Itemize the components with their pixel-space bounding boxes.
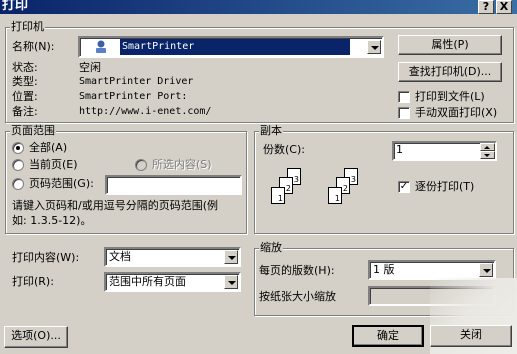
print-select[interactable]: 范围中所有页面 bbox=[104, 272, 241, 292]
page-range-input-value bbox=[107, 177, 109, 190]
print-what-select[interactable]: 文档 bbox=[104, 247, 241, 267]
zoom-group-label: 缩放 bbox=[259, 241, 283, 254]
find-printer-button[interactable]: 查找打印机(D)... bbox=[398, 62, 502, 82]
collate-checkbox[interactable]: ✓ bbox=[398, 181, 410, 193]
manual-duplex-label: 手动双面打印(X) bbox=[415, 106, 498, 119]
help-button[interactable]: ? bbox=[478, 0, 494, 14]
printer-name-label: 名称(N): bbox=[12, 40, 55, 53]
print-what-value: 文档 bbox=[109, 250, 131, 263]
range-selection-radio[interactable] bbox=[135, 159, 147, 171]
options-button[interactable]: 选项(O)... bbox=[4, 326, 68, 348]
status-label: 状态: bbox=[12, 61, 38, 74]
scale-label: 按纸张大小缩放 bbox=[259, 290, 336, 303]
spin-up-icon[interactable] bbox=[480, 143, 495, 151]
range-all-radio[interactable] bbox=[12, 142, 24, 154]
range-current-label: 当前页(E) bbox=[29, 158, 78, 171]
copies-count-label: 份数(C): bbox=[263, 143, 305, 156]
pages-per-sheet-label: 每页的版数(H): bbox=[259, 264, 335, 277]
print-to-file-checkbox[interactable] bbox=[398, 91, 410, 103]
chevron-down-icon[interactable] bbox=[224, 275, 238, 289]
chevron-down-icon[interactable] bbox=[224, 250, 238, 264]
range-selection-label: 所选内容(S) bbox=[152, 158, 212, 171]
copies-group-label: 副本 bbox=[259, 124, 283, 137]
range-pages-radio[interactable] bbox=[12, 178, 24, 190]
window-title: 打印 bbox=[2, 0, 29, 13]
collate-illustration: 3 2 1 bbox=[265, 165, 325, 220]
pages-per-sheet-value: 1 版 bbox=[373, 263, 395, 276]
title-bar bbox=[0, 0, 517, 14]
ok-button[interactable]: 确定 bbox=[352, 325, 424, 347]
where-label: 位置: bbox=[12, 90, 38, 103]
chevron-down-icon[interactable] bbox=[479, 263, 493, 277]
close-window-button[interactable]: X bbox=[496, 0, 512, 14]
type-label: 类型: bbox=[12, 75, 38, 88]
print-what-label: 打印内容(W): bbox=[12, 251, 80, 264]
page-range-group-label: 页面范围 bbox=[10, 124, 56, 137]
chevron-down-icon[interactable] bbox=[367, 40, 381, 54]
copies-count-input[interactable]: 1 bbox=[392, 141, 497, 161]
print-value: 范围中所有页面 bbox=[109, 275, 186, 288]
printer-icon bbox=[94, 40, 108, 54]
page-range-input[interactable] bbox=[105, 175, 242, 195]
range-hint-line2: 如: 1.3.5-12)。 bbox=[12, 214, 92, 227]
printer-group-label: 打印机 bbox=[10, 20, 45, 33]
status-value: 空闲 bbox=[79, 61, 101, 74]
collate-illustration-2: 3 2 1 bbox=[322, 165, 382, 220]
printer-name-value: SmartPrinter bbox=[122, 41, 195, 52]
spin-down-icon[interactable] bbox=[480, 151, 495, 159]
manual-duplex-checkbox[interactable] bbox=[398, 107, 410, 119]
comment-value: http://www.i-enet.com/ bbox=[79, 106, 212, 117]
copies-count-value: 1 bbox=[396, 143, 403, 156]
printer-name-select[interactable]: SmartPrinter bbox=[78, 36, 384, 58]
range-all-label: 全部(A) bbox=[29, 141, 68, 154]
type-value: SmartPrinter Driver bbox=[79, 76, 194, 87]
print-to-file-label: 打印到文件(L) bbox=[415, 90, 485, 103]
range-hint-line1: 请键入页码和/或用逗号分隔的页码范围(例 bbox=[12, 199, 218, 212]
close-button[interactable]: 关闭 bbox=[430, 325, 512, 347]
printer-name-value-highlight: SmartPrinter bbox=[120, 39, 350, 55]
range-pages-label: 页码范围(G): bbox=[29, 177, 94, 190]
where-value: SmartPrinter Port: bbox=[79, 91, 188, 102]
pages-per-sheet-select[interactable]: 1 版 bbox=[368, 260, 496, 280]
print-label: 打印(R): bbox=[12, 275, 54, 288]
comment-label: 备注: bbox=[12, 105, 38, 118]
collate-label: 逐份打印(T) bbox=[415, 180, 475, 193]
range-current-radio[interactable] bbox=[12, 159, 24, 171]
properties-button[interactable]: 属性(P) bbox=[398, 35, 502, 55]
